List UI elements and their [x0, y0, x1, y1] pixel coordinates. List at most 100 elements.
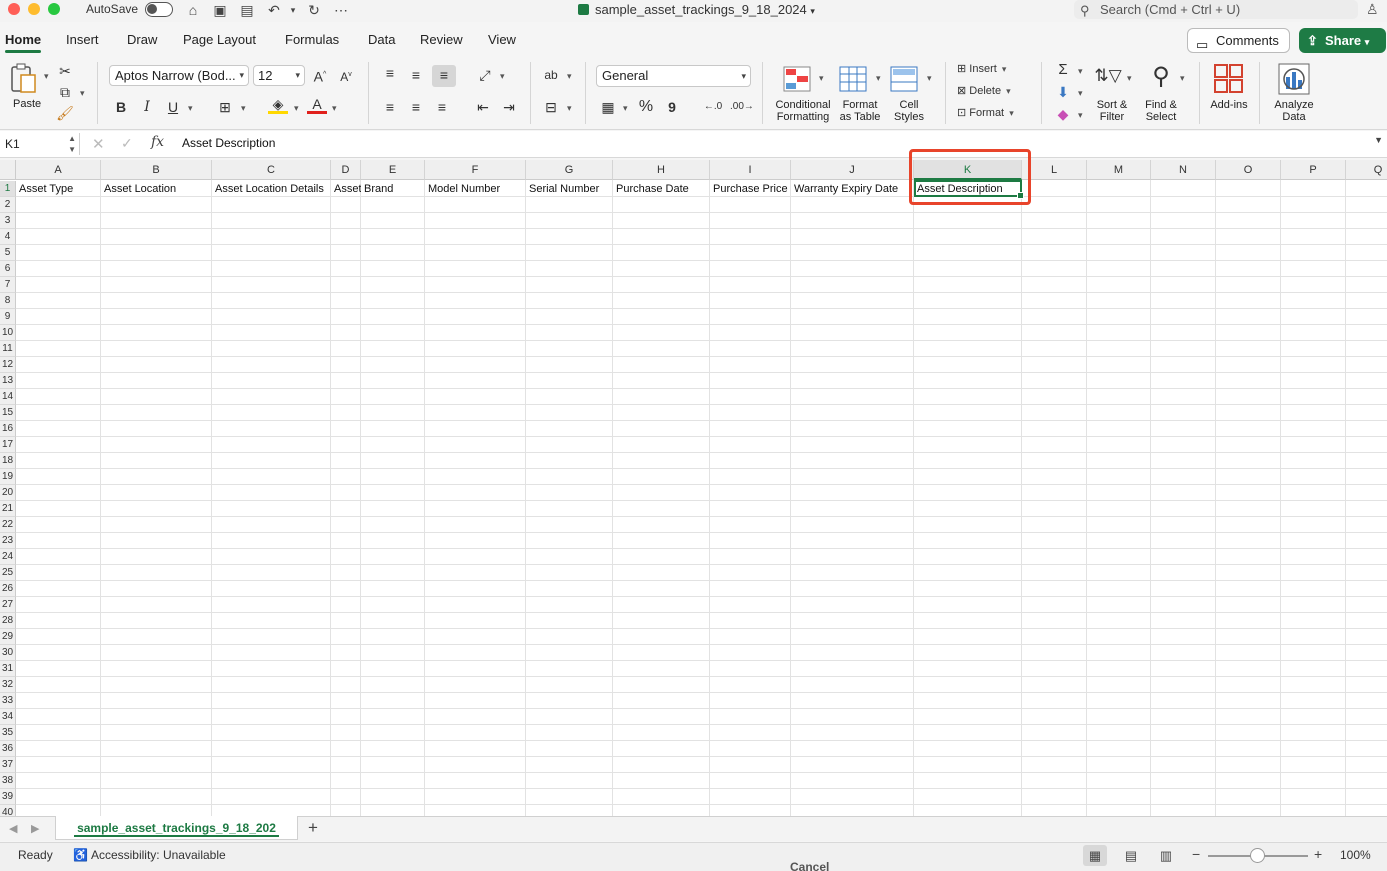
row-header-4[interactable]: 4 — [0, 229, 16, 245]
merge-dropdown-icon[interactable]: ▾ — [567, 103, 572, 114]
tab-review[interactable]: Review — [420, 32, 463, 47]
percent-style-button[interactable]: % — [636, 97, 656, 117]
decrease-decimal-icon[interactable]: .00→ — [730, 97, 754, 117]
column-header-G[interactable]: G — [526, 160, 613, 180]
select-all-corner[interactable] — [0, 160, 16, 180]
align-left-icon[interactable]: ≡ — [380, 97, 400, 117]
delete-cells-button[interactable]: ⊠ Delete ▾ — [957, 84, 1011, 97]
format-cells-button[interactable]: ⊡ Format ▾ — [957, 106, 1014, 119]
row-header-36[interactable]: 36 — [0, 741, 16, 757]
format-as-table-icon[interactable] — [839, 65, 869, 96]
autosum-dropdown-icon[interactable]: ▾ — [1078, 66, 1083, 77]
column-header-F[interactable]: F — [425, 160, 526, 180]
row-header-18[interactable]: 18 — [0, 453, 16, 469]
analyze-data-icon[interactable] — [1277, 62, 1311, 99]
tab-view[interactable]: View — [488, 32, 516, 47]
sort-filter-button[interactable]: Sort & Filter — [1093, 99, 1131, 123]
redo-icon[interactable]: ↻ — [305, 1, 323, 19]
cancel-formula-icon[interactable]: ✕ — [92, 135, 105, 153]
normal-view-icon[interactable]: ▦ — [1083, 845, 1107, 866]
clear-dropdown-icon[interactable]: ▾ — [1078, 110, 1083, 121]
row-header-6[interactable]: 6 — [0, 261, 16, 277]
column-header-Q[interactable]: Q — [1346, 160, 1387, 180]
add-ins-icon[interactable] — [1213, 63, 1245, 98]
autosum-icon[interactable]: Σ — [1053, 60, 1073, 80]
account-icon[interactable]: ♙ — [1366, 1, 1379, 18]
analyze-data-button[interactable]: Analyze Data — [1270, 99, 1318, 123]
row-header-40[interactable]: 40 — [0, 805, 16, 816]
cell-A1[interactable]: Asset Type — [16, 181, 101, 197]
decrease-font-size-icon[interactable]: Av — [336, 65, 356, 85]
document-title[interactable]: sample_asset_trackings_9_18_2024 ▾ — [578, 2, 815, 17]
undo-icon[interactable]: ↶ — [265, 1, 283, 19]
row-header-28[interactable]: 28 — [0, 613, 16, 629]
row-header-22[interactable]: 22 — [0, 517, 16, 533]
row-header-37[interactable]: 37 — [0, 757, 16, 773]
row-header-2[interactable]: 2 — [0, 197, 16, 213]
next-sheet-icon[interactable]: ▶ — [31, 822, 39, 835]
orientation-dropdown-icon[interactable]: ▾ — [500, 71, 505, 82]
align-center-icon[interactable]: ≡ — [406, 97, 426, 117]
previous-sheet-icon[interactable]: ◀ — [9, 822, 17, 835]
row-header-12[interactable]: 12 — [0, 357, 16, 373]
cell-G1[interactable]: Serial Number — [526, 181, 613, 197]
cell-H1[interactable]: Purchase Date — [613, 181, 710, 197]
row-header-9[interactable]: 9 — [0, 309, 16, 325]
find-select-button[interactable]: Find & Select — [1142, 99, 1180, 123]
row-header-24[interactable]: 24 — [0, 549, 16, 565]
row-header-16[interactable]: 16 — [0, 421, 16, 437]
copy-icon[interactable]: ⧉ — [55, 82, 75, 102]
row-header-25[interactable]: 25 — [0, 565, 16, 581]
font-name-select[interactable]: Aptos Narrow (Bod... ▾ — [109, 65, 249, 86]
column-header-A[interactable]: A — [16, 160, 101, 180]
sort-filter-dropdown-icon[interactable]: ▾ — [1127, 73, 1132, 84]
column-header-C[interactable]: C — [212, 160, 331, 180]
underline-dropdown-icon[interactable]: ▾ — [188, 103, 193, 114]
find-select-dropdown-icon[interactable]: ▾ — [1180, 73, 1185, 84]
format-as-table-button[interactable]: Format as Table — [836, 99, 884, 123]
zoom-in-icon[interactable]: + — [1314, 846, 1322, 862]
row-header-15[interactable]: 15 — [0, 405, 16, 421]
accounting-format-icon[interactable]: ▦ — [598, 97, 618, 117]
formula-input[interactable]: Asset Description — [182, 136, 275, 150]
increase-font-size-icon[interactable]: A^ — [310, 65, 330, 85]
column-header-N[interactable]: N — [1151, 160, 1216, 180]
close-window-button[interactable] — [8, 3, 20, 15]
font-color-dropdown-icon[interactable]: ▾ — [332, 103, 337, 114]
fill-color-dropdown-icon[interactable]: ▾ — [294, 103, 299, 114]
cancel-button-partial[interactable]: Cancel — [790, 860, 829, 871]
column-header-O[interactable]: O — [1216, 160, 1281, 180]
cell-C1[interactable]: Asset Location Details — [212, 181, 331, 197]
cut-icon[interactable]: ✂ — [55, 61, 75, 81]
row-header-26[interactable]: 26 — [0, 581, 16, 597]
cell-styles-button[interactable]: Cell Styles — [890, 99, 928, 123]
share-button[interactable]: ⇪ Share ▾ — [1299, 28, 1386, 53]
cell-D1[interactable]: Asset — [331, 181, 361, 197]
merge-center-icon[interactable]: ⊟ — [541, 97, 561, 117]
save-as-icon[interactable]: ▤ — [238, 1, 256, 19]
format-as-table-dropdown-icon[interactable]: ▾ — [876, 73, 881, 84]
comments-button[interactable]: ▭ Comments — [1187, 28, 1290, 53]
row-header-10[interactable]: 10 — [0, 325, 16, 341]
accessibility-status[interactable]: ♿ Accessibility: Unavailable — [73, 848, 226, 862]
row-header-13[interactable]: 13 — [0, 373, 16, 389]
row-header-33[interactable]: 33 — [0, 693, 16, 709]
insert-cells-button[interactable]: ⊞ Insert ▾ — [957, 62, 1006, 75]
row-header-1[interactable]: 1 — [0, 181, 16, 197]
more-icon[interactable]: ⋯ — [332, 1, 350, 19]
row-header-38[interactable]: 38 — [0, 773, 16, 789]
cell-B1[interactable]: Asset Location — [101, 181, 212, 197]
row-header-11[interactable]: 11 — [0, 341, 16, 357]
conditional-formatting-dropdown-icon[interactable]: ▾ — [819, 73, 824, 84]
spreadsheet-grid[interactable]: ABCDEFGHIJKLMNOPQ 1 2 3 4 5 6 7 8 9 10 11 12 13 14 15 1… — [0, 160, 1387, 816]
font-color-icon[interactable]: A — [307, 96, 327, 114]
column-header-E[interactable]: E — [361, 160, 425, 180]
row-header-39[interactable]: 39 — [0, 789, 16, 805]
underline-button[interactable]: U — [163, 97, 183, 117]
tab-insert[interactable]: Insert — [66, 32, 99, 47]
wrap-text-dropdown-icon[interactable]: ▾ — [567, 71, 572, 82]
tab-formulas[interactable]: Formulas — [285, 32, 339, 47]
bold-button[interactable]: B — [111, 97, 131, 117]
tab-home[interactable]: Home — [5, 32, 42, 53]
minimize-window-button[interactable] — [28, 3, 40, 15]
